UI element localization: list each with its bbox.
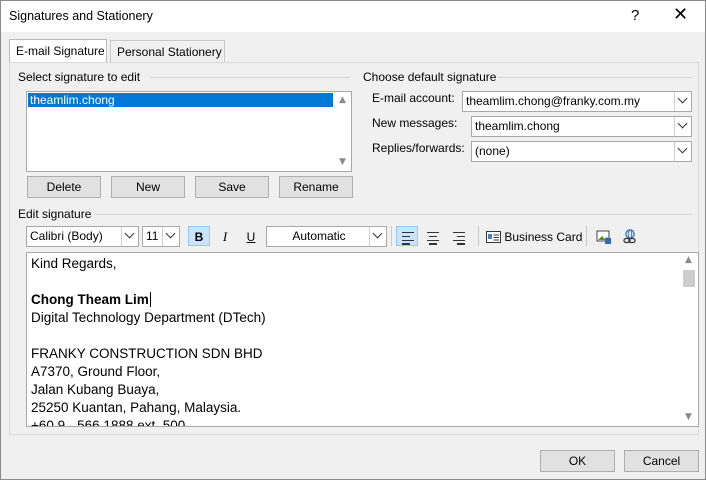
new-messages-select[interactable]: theamlim.chong <box>471 116 692 137</box>
signature-line: A7370, Ground Floor, <box>31 364 161 379</box>
align-left-button[interactable] <box>396 226 418 246</box>
hyperlink-icon <box>623 229 636 244</box>
font-name-select[interactable]: Calibri (Body) <box>26 226 139 247</box>
signature-line: Chong Theam Lim <box>31 292 151 307</box>
align-center-button[interactable] <box>422 227 444 247</box>
tab-panel: Select signature to edit theamlim.chong … <box>9 62 699 435</box>
signature-line: FRANKY CONSTRUCTION SDN BHD <box>31 346 263 361</box>
align-right-icon <box>453 232 465 247</box>
list-scroll-down-icon[interactable]: ▼ <box>339 157 346 167</box>
replies-forwards-select[interactable]: (none) <box>471 141 692 162</box>
delete-button[interactable]: Delete <box>27 176 101 198</box>
section-divider <box>498 77 692 78</box>
scroll-thumb[interactable] <box>683 270 695 287</box>
select-signature-label: Select signature to edit <box>18 70 141 84</box>
toolbar-separator <box>391 226 392 246</box>
replies-forwards-label: Replies/forwards: <box>372 141 465 155</box>
new-button[interactable]: New <box>111 176 185 198</box>
title-bar: Signatures and Stationery ? ✕ <box>1 1 705 32</box>
tab-personal-stationery[interactable]: Personal Stationery <box>110 40 225 62</box>
window-title: Signatures and Stationery <box>9 9 153 23</box>
chevron-down-icon[interactable] <box>162 227 179 246</box>
section-divider <box>150 77 350 78</box>
tab-email-signature[interactable]: E-mail Signature <box>9 39 107 62</box>
toolbar-separator <box>586 226 587 246</box>
editor-scrollbar[interactable]: ▲ ▼ <box>681 253 698 426</box>
signature-line: +60 9 - 566 1888 ext. 500 <box>31 418 186 427</box>
signature-line: Jalan Kubang Buaya, <box>31 382 160 397</box>
chevron-down-icon[interactable] <box>674 92 691 111</box>
insert-picture-button[interactable] <box>593 227 615 247</box>
italic-button[interactable]: I <box>214 227 236 247</box>
email-account-label: E-mail account: <box>372 91 455 105</box>
signature-line: 25250 Kuantan, Pahang, Malaysia. <box>31 400 242 415</box>
list-scroll-up-icon[interactable]: ▲ <box>339 95 346 105</box>
signature-list-item[interactable]: theamlim.chong <box>28 93 333 107</box>
default-signature-label: Choose default signature <box>363 70 497 84</box>
signature-listbox[interactable]: theamlim.chong ▲ ▼ <box>26 91 352 172</box>
chevron-down-icon[interactable] <box>674 142 691 161</box>
signature-line: Kind Regards, <box>31 256 117 271</box>
scroll-down-icon[interactable]: ▼ <box>685 412 692 422</box>
signature-line: Digital Technology Department (DTech) <box>31 310 266 325</box>
rename-button[interactable]: Rename <box>279 176 353 198</box>
bold-button[interactable]: B <box>188 226 210 246</box>
section-divider <box>96 214 692 215</box>
close-button[interactable]: ✕ <box>673 4 688 25</box>
insert-hyperlink-button[interactable] <box>619 227 641 247</box>
scroll-up-icon[interactable]: ▲ <box>685 255 692 265</box>
chevron-down-icon[interactable] <box>369 227 386 246</box>
ok-button[interactable]: OK <box>540 450 615 472</box>
underline-button[interactable]: U <box>240 227 262 247</box>
font-size-select[interactable]: 11 <box>142 226 180 247</box>
toolbar-separator <box>478 226 479 246</box>
text-caret <box>149 292 151 307</box>
help-button[interactable]: ? <box>631 7 639 24</box>
business-card-icon <box>486 231 501 243</box>
chevron-down-icon[interactable] <box>674 117 691 136</box>
cancel-button[interactable]: Cancel <box>624 450 699 472</box>
save-button[interactable]: Save <box>195 176 269 198</box>
signatures-dialog: Signatures and Stationery ? ✕ E-mail Sig… <box>0 0 706 480</box>
align-right-button[interactable] <box>448 227 470 247</box>
font-color-select[interactable]: Automatic <box>266 226 387 247</box>
insert-picture-icon <box>596 230 611 244</box>
email-account-select[interactable]: theamlim.chong@franky.com.my <box>462 91 692 112</box>
new-messages-label: New messages: <box>372 116 458 130</box>
align-left-icon <box>402 232 414 247</box>
signature-editor[interactable]: Kind Regards, Chong Theam Lim Digital Te… <box>26 252 699 427</box>
business-card-button[interactable]: Business Card <box>486 226 582 248</box>
align-center-icon <box>427 232 439 247</box>
edit-signature-label: Edit signature <box>18 207 92 221</box>
chevron-down-icon[interactable] <box>121 227 138 246</box>
